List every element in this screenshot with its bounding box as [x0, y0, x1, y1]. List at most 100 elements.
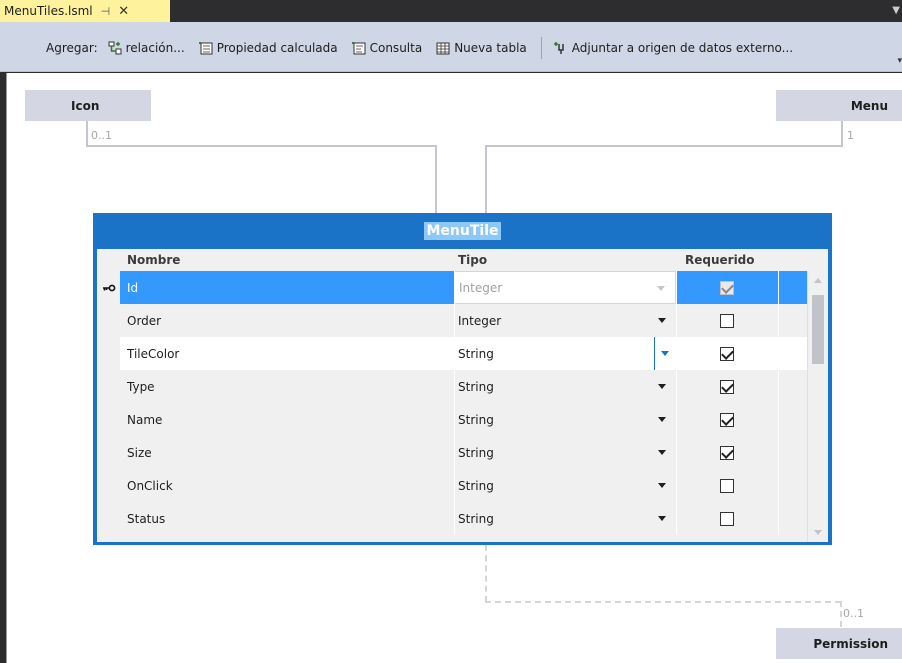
- row-end-cell: [778, 436, 807, 469]
- add-computed-property-button[interactable]: Propiedad calculada: [198, 41, 338, 55]
- diagram-canvas[interactable]: Icon 0..1 Menu 1 Permission 0..1 MenuTil…: [6, 73, 902, 663]
- row-end-cell: [778, 370, 807, 403]
- scroll-thumb[interactable]: [812, 295, 824, 364]
- row-selector[interactable]: [97, 403, 120, 436]
- chevron-down-icon[interactable]: [658, 483, 666, 488]
- row-selector[interactable]: [97, 337, 120, 370]
- add-relationship-button[interactable]: relación...: [108, 41, 185, 55]
- scroll-up-icon[interactable]: [814, 278, 822, 283]
- required-checkbox[interactable]: [720, 280, 734, 295]
- attach-datasource-button[interactable]: Adjuntar a origen de datos externo...: [553, 41, 793, 55]
- required-checkbox[interactable]: [720, 346, 734, 361]
- property-name-cell[interactable]: OnClick: [120, 469, 454, 502]
- property-name-cell[interactable]: Id: [120, 271, 454, 304]
- document-tab-title: MenuTiles.lsml: [4, 4, 93, 18]
- required-checkbox[interactable]: [720, 379, 734, 394]
- required-cell: [676, 271, 778, 304]
- scroll-down-icon[interactable]: [814, 530, 822, 535]
- close-icon[interactable]: ✕: [118, 4, 129, 19]
- property-type-dropdown[interactable]: String: [454, 436, 676, 469]
- tab-overflow-icon[interactable]: ▼: [892, 5, 900, 16]
- toolbar-overflow-icon[interactable]: ▾: [897, 56, 902, 66]
- column-divider: [454, 337, 455, 370]
- property-type-dropdown[interactable]: Integer: [454, 304, 676, 337]
- table-row[interactable]: Size String: [97, 436, 807, 469]
- chevron-down-icon[interactable]: [658, 318, 666, 323]
- required-checkbox[interactable]: [720, 412, 734, 427]
- property-type-dropdown[interactable]: Integer: [454, 271, 676, 304]
- chevron-down-icon[interactable]: [661, 351, 669, 356]
- required-cell: [676, 469, 778, 502]
- column-divider: [676, 502, 677, 535]
- permission-connector: [485, 601, 841, 603]
- table-row[interactable]: Name String: [97, 403, 807, 436]
- entity-permission[interactable]: Permission: [776, 628, 902, 659]
- row-selector[interactable]: [97, 436, 120, 469]
- column-divider: [778, 304, 779, 337]
- entity-menu[interactable]: Menu: [776, 90, 902, 121]
- required-cell: [676, 304, 778, 337]
- row-end-cell: [778, 469, 807, 502]
- document-tab[interactable]: MenuTiles.lsml ⊣ ✕: [0, 0, 170, 22]
- chevron-down-icon[interactable]: [657, 286, 665, 291]
- entity-permission-title: Permission: [813, 636, 888, 651]
- pin-icon[interactable]: ⊣: [101, 5, 111, 18]
- entity-menutile[interactable]: MenuTile Nombre Tipo Requerido Id Integer…: [93, 213, 832, 545]
- property-type-dropdown[interactable]: String: [454, 502, 676, 535]
- add-query-button[interactable]: Consulta: [351, 41, 423, 55]
- property-name-cell[interactable]: Status: [120, 502, 454, 535]
- column-divider: [676, 436, 677, 469]
- column-header-type[interactable]: Tipo: [458, 253, 487, 267]
- add-relationship-label: relación...: [125, 41, 185, 55]
- menu-connector: [485, 145, 843, 147]
- property-type-dropdown[interactable]: String: [454, 469, 676, 502]
- table-row[interactable]: Status String: [97, 502, 807, 535]
- menu-connector: [485, 145, 487, 213]
- new-table-label: Nueva tabla: [454, 41, 527, 55]
- required-cell: [676, 502, 778, 535]
- chevron-down-icon[interactable]: [658, 384, 666, 389]
- menutile-title-bar: MenuTile: [94, 214, 831, 248]
- row-selector[interactable]: [97, 469, 120, 502]
- property-name-cell[interactable]: Size: [120, 436, 454, 469]
- chevron-down-icon[interactable]: [658, 516, 666, 521]
- property-type-dropdown[interactable]: String: [454, 403, 676, 436]
- table-row[interactable]: Id Integer: [97, 271, 807, 304]
- column-divider: [778, 337, 779, 370]
- required-checkbox[interactable]: [720, 313, 734, 328]
- table-row[interactable]: Type String: [97, 370, 807, 403]
- property-name-cell[interactable]: Type: [120, 370, 454, 403]
- table-row[interactable]: TileColor String: [97, 337, 807, 370]
- property-type-value: String: [458, 379, 494, 394]
- column-header-name[interactable]: Nombre: [127, 253, 180, 267]
- property-type-value: String: [458, 511, 494, 526]
- table-row[interactable]: Order Integer: [97, 304, 807, 337]
- chevron-down-icon[interactable]: [658, 450, 666, 455]
- property-type-value: String: [458, 412, 494, 427]
- property-name-cell[interactable]: Name: [120, 403, 454, 436]
- property-type-dropdown[interactable]: String: [454, 337, 676, 370]
- add-query-label: Consulta: [369, 41, 423, 55]
- required-checkbox[interactable]: [720, 445, 734, 460]
- required-checkbox[interactable]: [720, 511, 734, 526]
- row-selector[interactable]: [97, 304, 120, 337]
- menutile-title[interactable]: MenuTile: [424, 222, 501, 240]
- row-selector[interactable]: [97, 271, 120, 304]
- property-type-dropdown[interactable]: String: [454, 370, 676, 403]
- entity-icon[interactable]: Icon: [25, 90, 151, 121]
- property-name-cell[interactable]: Order: [120, 304, 454, 337]
- property-name-cell[interactable]: TileColor: [120, 337, 454, 370]
- menu-multiplicity: 1: [847, 129, 854, 142]
- permission-connector: [840, 601, 842, 627]
- row-selector[interactable]: [97, 370, 120, 403]
- new-table-button[interactable]: Nueva tabla: [436, 41, 527, 55]
- query-icon: [351, 41, 366, 55]
- chevron-down-icon[interactable]: [658, 417, 666, 422]
- table-row[interactable]: OnClick String: [97, 469, 807, 502]
- column-divider: [778, 370, 779, 403]
- property-type-value: String: [458, 478, 494, 493]
- row-selector[interactable]: [97, 502, 120, 535]
- column-header-required[interactable]: Requerido: [685, 253, 755, 267]
- grid-scrollbar[interactable]: [807, 271, 828, 542]
- required-checkbox[interactable]: [720, 478, 734, 493]
